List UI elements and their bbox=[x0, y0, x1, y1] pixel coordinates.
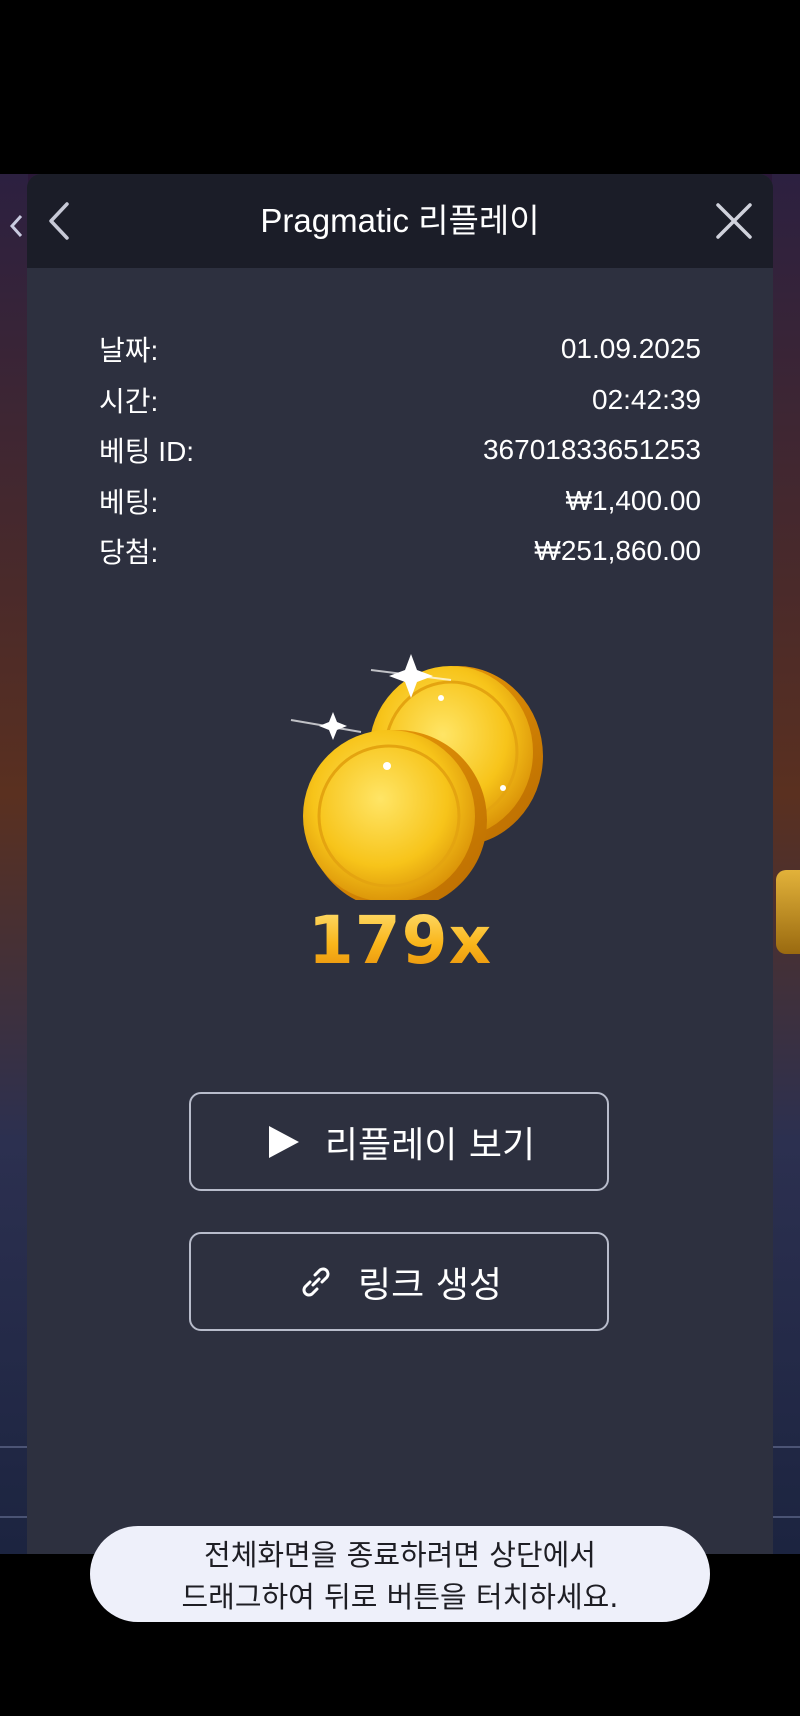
watch-replay-button[interactable]: 리플레이 보기 bbox=[189, 1092, 609, 1191]
create-link-button[interactable]: 링크 생성 bbox=[189, 1232, 609, 1331]
create-link-label: 링크 생성 bbox=[358, 1264, 502, 1306]
background-divider bbox=[0, 1516, 28, 1518]
close-icon[interactable] bbox=[709, 196, 759, 246]
watch-replay-label: 리플레이 보기 bbox=[324, 1124, 536, 1166]
info-value: 02:42:39 bbox=[592, 383, 701, 415]
toast-line-1: 전체화면을 종료하려면 상단에서 bbox=[204, 1538, 596, 1572]
background-badge bbox=[776, 870, 800, 954]
modal-header: Pragmatic 리플레이 bbox=[27, 174, 773, 268]
replay-modal: Pragmatic 리플레이 날짜: 01.09.2025 시간: 02:42:… bbox=[27, 174, 773, 1554]
background-edge-right bbox=[772, 174, 800, 1554]
info-row-win: 당첨: ₩251,860.00 bbox=[99, 526, 701, 577]
toast-line-2: 드래그하여 뒤로 버튼을 터치하세요. bbox=[181, 1580, 619, 1614]
bet-info-table: 날짜: 01.09.2025 시간: 02:42:39 베팅 ID: 36701… bbox=[99, 324, 701, 577]
info-value: 01.09.2025 bbox=[560, 333, 701, 365]
gold-coins-icon bbox=[290, 654, 543, 900]
background-edge-left bbox=[0, 174, 28, 1554]
info-label: 시간: bbox=[99, 385, 159, 417]
info-label: 베팅: bbox=[99, 486, 159, 518]
background-divider bbox=[0, 1446, 28, 1448]
info-row-date: 날짜: 01.09.2025 bbox=[99, 324, 701, 375]
win-multiplier: 179x bbox=[27, 902, 773, 979]
info-label: 베팅 ID: bbox=[99, 436, 195, 468]
background-chevron-left-icon bbox=[9, 214, 23, 238]
info-row-bet: 베팅: ₩1,400.00 bbox=[99, 476, 701, 527]
info-row-time: 시간: 02:42:39 bbox=[99, 375, 701, 426]
info-value: ₩251,860.00 bbox=[534, 535, 701, 567]
background-divider bbox=[772, 1446, 800, 1448]
info-row-bet-id: 베팅 ID: 36701833651253 bbox=[99, 425, 701, 476]
modal-title: Pragmatic 리플레이 bbox=[260, 202, 540, 239]
screen: Pragmatic 리플레이 날짜: 01.09.2025 시간: 02:42:… bbox=[0, 0, 800, 1716]
info-value: 36701833651253 bbox=[482, 434, 701, 466]
info-label: 당첨: bbox=[99, 537, 159, 569]
info-label: 날짜: bbox=[99, 335, 159, 367]
play-icon bbox=[268, 1125, 299, 1158]
info-value: ₩1,400.00 bbox=[565, 484, 701, 516]
fullscreen-exit-toast: 전체화면을 종료하려면 상단에서 드래그하여 뒤로 버튼을 터치하세요. bbox=[90, 1526, 710, 1622]
background-divider bbox=[772, 1516, 800, 1518]
link-icon bbox=[302, 1267, 330, 1296]
chevron-left-icon[interactable] bbox=[41, 198, 81, 244]
